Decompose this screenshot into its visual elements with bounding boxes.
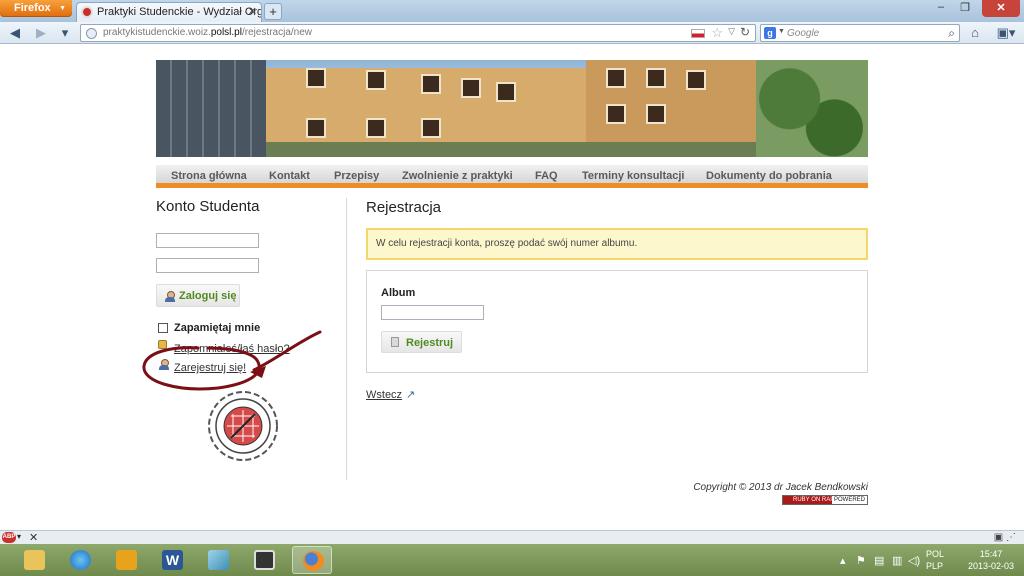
site-favicon-icon — [81, 6, 93, 18]
clock-date: 2013-02-03 — [967, 561, 1015, 571]
internet-explorer-icon — [70, 550, 91, 570]
search-bar[interactable]: g ▼ Google ⌕ — [760, 24, 960, 42]
menu-item-faq[interactable]: FAQ — [535, 170, 558, 182]
minimize-window-icon[interactable]: – — [930, 1, 952, 13]
browser-tab-bar: Firefox ▼ Praktyki Studenckie - Wydział … — [0, 0, 1024, 22]
language-code: POL — [926, 549, 945, 559]
adblock-dropdown-icon[interactable]: ▾ — [17, 532, 21, 541]
chevron-down-icon: ▼ — [59, 5, 66, 12]
url-domain: polsl.pl — [210, 27, 242, 38]
clock[interactable]: 15:47 2013-02-03 — [964, 548, 1018, 572]
menu-item-contact[interactable]: Kontakt — [269, 170, 310, 182]
history-dropdown-icon[interactable]: ▾ — [56, 25, 74, 41]
menu-item-regulations[interactable]: Przepisy — [334, 170, 379, 182]
search-icon[interactable]: ⌕ — [948, 26, 955, 41]
taskbar-app-button[interactable] — [198, 546, 238, 574]
network-icon[interactable]: ▥ — [892, 554, 902, 567]
menu-item-home[interactable]: Strona główna — [171, 170, 247, 182]
home-icon[interactable]: ⌂ — [966, 25, 984, 41]
taskbar-ie-button[interactable] — [60, 546, 100, 574]
header-banner-image — [156, 60, 868, 157]
close-window-button[interactable]: ✕ — [982, 0, 1020, 17]
taskbar-video-button[interactable] — [244, 546, 284, 574]
word-icon: W — [162, 550, 183, 570]
menu-item-downloads[interactable]: Dokumenty do pobrania — [706, 170, 832, 182]
tab-groups-icon[interactable]: ▣▾ — [994, 25, 1018, 41]
taskbar: W ▴ ⚑ ▤ ▥ ◁) POL PLP 15:47 2013-02-03 — [0, 544, 1024, 576]
new-tab-button[interactable]: + — [264, 3, 282, 20]
search-placeholder: Google — [787, 28, 820, 39]
login-field[interactable] — [156, 233, 259, 248]
album-field[interactable] — [381, 305, 484, 320]
notes-app-icon — [208, 550, 229, 570]
browser-navigation-bar: ◀ ▶ ▾ praktykistudenckie.woiz.polsl.pl/r… — [0, 22, 1024, 44]
globe-icon — [86, 28, 97, 39]
action-center-flag-icon[interactable]: ⚑ — [856, 554, 866, 567]
site-menu: Strona główna Kontakt Przepisy Zwolnieni… — [156, 165, 868, 188]
arrow-up-right-icon: ↗ — [406, 389, 416, 401]
powered-badge-label: POWERED — [831, 496, 867, 504]
page-title: Rejestracja — [366, 199, 442, 216]
clock-time: 15:47 — [979, 549, 1003, 559]
engine-dropdown-icon[interactable]: ▼ — [778, 28, 785, 35]
close-addon-bar-icon[interactable]: ✕ — [29, 531, 38, 544]
taskbar-explorer-button[interactable] — [14, 546, 54, 574]
poland-flag-icon — [691, 29, 705, 38]
show-hidden-icons-icon[interactable]: ▴ — [840, 554, 846, 567]
login-button[interactable]: Zaloguj się — [156, 284, 240, 307]
sidebar-title: Konto Studenta — [156, 198, 260, 215]
url-bar[interactable]: praktykistudenckie.woiz.polsl.pl/rejestr… — [80, 24, 756, 42]
video-player-icon — [254, 550, 275, 570]
rails-badge: RUBY ON RAILS POWERED — [782, 495, 868, 505]
album-label: Album — [381, 287, 416, 299]
addon-bar-right-icons[interactable]: ▣ ⋰ — [994, 532, 1016, 543]
google-engine-icon[interactable]: g — [764, 27, 776, 39]
firefox-icon — [303, 551, 324, 571]
tab-close-icon[interactable]: ✕ — [248, 5, 257, 18]
folder-icon — [24, 550, 45, 570]
login-button-label: Zaloguj się — [179, 290, 237, 302]
user-icon — [165, 291, 175, 302]
back-arrow-icon[interactable]: ◀ — [6, 25, 24, 41]
url-prefix: praktykistudenckie.woiz. — [103, 27, 211, 38]
system-tray: ▴ ⚑ ▤ ▥ ◁) POL PLP 15:47 2013-02-03 — [834, 544, 1024, 576]
restore-window-icon[interactable]: ❐ — [954, 1, 976, 14]
reload-icon[interactable]: ↻ — [740, 25, 750, 39]
taskbar-word-button[interactable]: W — [152, 546, 192, 574]
document-icon — [391, 337, 399, 347]
language-indicator[interactable]: POL PLP — [926, 548, 944, 572]
addon-bar: ABP ▾ ✕ ▣ ⋰ — [0, 530, 1024, 544]
column-divider — [346, 198, 347, 480]
back-link[interactable]: Wstecz — [366, 389, 402, 401]
adblock-icon[interactable]: ABP — [2, 532, 16, 543]
url-path: /rejestracja/new — [241, 27, 312, 38]
info-notice: W celu rejestracji konta, proszę podać s… — [366, 228, 868, 260]
bookmark-star-icon[interactable]: ☆ — [711, 25, 723, 41]
taskbar-outlook-button[interactable] — [106, 546, 146, 574]
menu-item-consultations[interactable]: Terminy konsultacji — [582, 170, 685, 182]
taskbar-firefox-button[interactable] — [292, 546, 332, 574]
firefox-menu-button[interactable]: Firefox ▼ — [0, 0, 72, 17]
keyboard-layout: PLP — [926, 561, 944, 571]
registration-form: Album Rejestruj — [366, 270, 868, 373]
university-logo — [208, 391, 278, 461]
copyright-text: Copyright © 2013 dr Jacek Bendkowski — [693, 482, 868, 493]
register-button-label: Rejestruj — [406, 337, 454, 349]
volume-icon[interactable]: ◁) — [908, 554, 920, 567]
password-field[interactable] — [156, 258, 259, 273]
annotation-circle-arrow — [142, 330, 322, 391]
register-button[interactable]: Rejestruj — [381, 331, 462, 353]
power-icon[interactable]: ▤ — [874, 554, 884, 567]
tab-title: Praktyki Studenckie - Wydział Organizacj… — [97, 6, 262, 18]
forward-arrow-icon[interactable]: ▶ — [32, 25, 50, 41]
url-dropdown-icon[interactable]: ▽ — [728, 26, 735, 37]
firefox-menu-label: Firefox — [14, 2, 51, 14]
outlook-icon — [116, 550, 137, 570]
menu-item-exemption[interactable]: Zwolnienie z praktyki — [402, 170, 513, 182]
browser-tab-active[interactable]: Praktyki Studenckie - Wydział Organizacj… — [76, 2, 262, 22]
